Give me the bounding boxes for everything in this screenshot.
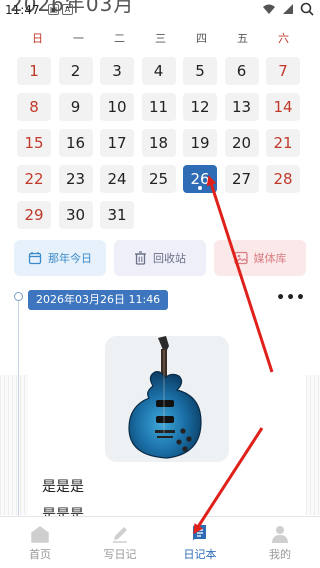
- calendar-day[interactable]: 5: [183, 57, 217, 85]
- pencil-icon: [113, 527, 127, 543]
- timeline-line: [18, 296, 19, 526]
- calendar-day[interactable]: 16: [58, 129, 93, 157]
- calendar-day[interactable]: 22: [17, 165, 51, 193]
- calendar-day[interactable]: 27: [224, 165, 259, 193]
- bottom-navigation: 首页 写日记 日记本 我的: [0, 516, 320, 568]
- trash-icon: [135, 251, 146, 265]
- media-library-button[interactable]: 媒体库: [214, 240, 306, 276]
- recycle-bin-label: 回收站: [153, 252, 186, 265]
- calendar-day[interactable]: 3: [100, 57, 134, 85]
- entry-date-badge: 2026年03月26日 11:46: [28, 290, 169, 310]
- calendar-day[interactable]: 29: [17, 201, 51, 229]
- calendar-day[interactable]: 7: [266, 57, 300, 85]
- calendar-day[interactable]: 12: [183, 93, 217, 121]
- notification-icons: ▣ A: [48, 4, 73, 15]
- nav-me-label: 我的: [269, 548, 291, 561]
- signal-icon: [283, 4, 293, 14]
- calendar-day[interactable]: 8: [17, 93, 51, 121]
- nav-diary-label: 日记本: [183, 548, 217, 561]
- calendar-day[interactable]: 9: [58, 93, 93, 121]
- weekday-label: 二: [114, 32, 125, 45]
- calendar-day[interactable]: 23: [58, 165, 93, 193]
- nav-me[interactable]: 我的: [240, 517, 320, 568]
- background-pattern: [0, 375, 28, 515]
- more-options-button[interactable]: •••: [276, 290, 306, 306]
- recycle-bin-button[interactable]: 回收站: [114, 240, 206, 276]
- calendar-grid: 1 2 3 4 5 6 7 8 9 10 11 12 13 14 15 16 17 18 19 20 21 22 23 24 2…: [17, 57, 300, 229]
- nav-write[interactable]: 写日记: [80, 517, 160, 568]
- on-this-day-button[interactable]: 那年今日: [14, 240, 106, 276]
- on-this-day-label: 那年今日: [48, 252, 92, 265]
- weekday-label: 六: [278, 32, 289, 45]
- status-right-icons: [262, 2, 314, 16]
- calendar-day[interactable]: 6: [224, 57, 259, 85]
- calendar-day[interactable]: 30: [58, 201, 93, 229]
- calendar-day[interactable]: 24: [100, 165, 134, 193]
- calendar-day-selected[interactable]: 26: [183, 165, 217, 193]
- calendar-day[interactable]: 25: [141, 165, 176, 193]
- calendar-day[interactable]: 31: [100, 201, 134, 229]
- image-icon: [233, 251, 248, 265]
- nav-home[interactable]: 首页: [0, 517, 80, 568]
- calendar-day[interactable]: 21: [266, 129, 300, 157]
- action-bar: 那年今日 回收站 媒体库: [14, 240, 306, 276]
- wifi-icon: [263, 4, 275, 14]
- entry-title: 是是是: [42, 479, 84, 495]
- home-icon: [31, 526, 49, 543]
- calendar-day[interactable]: 14: [266, 93, 300, 121]
- weekday-label: 日: [32, 32, 43, 45]
- nav-home-label: 首页: [29, 548, 51, 561]
- weekday-label: 一: [73, 32, 84, 45]
- calendar-day[interactable]: 18: [141, 129, 176, 157]
- nav-write-label: 写日记: [103, 548, 137, 561]
- weekday-label: 三: [155, 32, 166, 45]
- search-icon[interactable]: [300, 2, 314, 16]
- calendar-day[interactable]: 28: [266, 165, 300, 193]
- calendar-day[interactable]: 20: [224, 129, 259, 157]
- calendar-day[interactable]: 2: [58, 57, 93, 85]
- nav-diary[interactable]: 日记本: [160, 517, 240, 568]
- calendar-day[interactable]: 4: [141, 57, 176, 85]
- guitar-image: [105, 336, 229, 462]
- user-icon: [272, 526, 288, 543]
- calendar-icon: [28, 252, 42, 265]
- media-library-label: 媒体库: [253, 252, 287, 265]
- photo-notification-icon: ▣: [48, 4, 59, 15]
- calendar-day[interactable]: 19: [183, 129, 217, 157]
- entry-photo[interactable]: [105, 336, 229, 462]
- calendar-day[interactable]: 11: [141, 93, 176, 121]
- diary-book-icon: [193, 525, 206, 541]
- status-bar: 2026年03月 11:47 ▣ A: [0, 0, 320, 22]
- weekday-header: 日 一 二 三 四 五 六: [17, 30, 303, 46]
- calendar-day[interactable]: 15: [17, 129, 51, 157]
- timeline-dot: [14, 292, 23, 301]
- background-pattern: [306, 375, 320, 515]
- weekday-label: 四: [196, 32, 207, 45]
- calendar-day[interactable]: 10: [100, 93, 134, 121]
- status-time: 11:47: [5, 3, 40, 17]
- weekday-label: 五: [237, 32, 248, 45]
- calendar-day[interactable]: 1: [17, 57, 51, 85]
- calendar-day[interactable]: 13: [224, 93, 259, 121]
- calendar-day[interactable]: 17: [100, 129, 134, 157]
- text-notification-icon: A: [62, 4, 73, 15]
